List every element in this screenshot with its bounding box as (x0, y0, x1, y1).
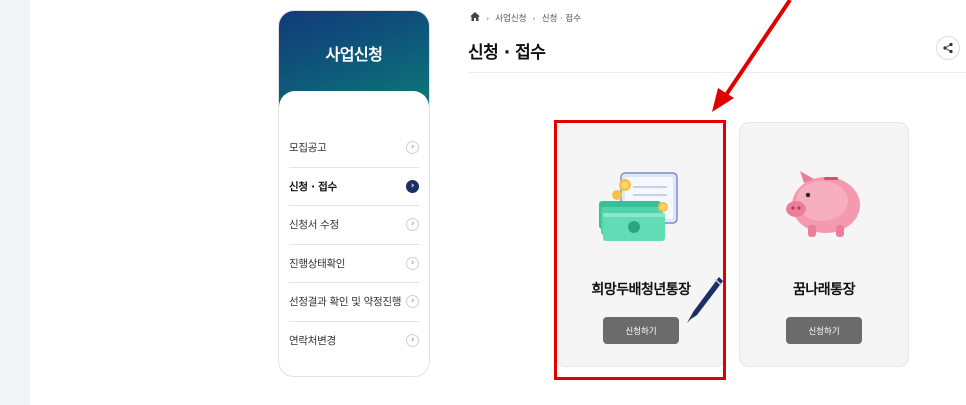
breadcrumb-item[interactable]: 신청 · 접수 (542, 12, 581, 24)
apply-button[interactable]: 신청하기 (786, 317, 862, 344)
sidebar-item-contact-change[interactable]: 연락처변경 › (289, 322, 419, 361)
chevron-right-icon: › (406, 179, 419, 193)
sidebar-header: 사업신청 (279, 11, 429, 131)
sidebar-item-apply[interactable]: 신청 · 접수 › (289, 168, 419, 206)
pen-icon (687, 277, 723, 323)
chevron-right-icon: › (486, 13, 490, 23)
chevron-right-icon: › (406, 218, 419, 232)
sidebar-item-label: 신청서 수정 (289, 219, 339, 232)
chevron-right-icon: › (406, 256, 419, 270)
share-icon (943, 42, 953, 54)
left-background-strip (0, 0, 30, 405)
sidebar-item-selection-result[interactable]: 선정결과 확인 및 약정진행 › (289, 283, 419, 322)
sidebar-item-label: 진행상태확인 (289, 257, 346, 270)
apply-button[interactable]: 신청하기 (603, 317, 679, 344)
sidebar-menu: 모집공고 › 신청 · 접수 › 신청서 수정 › 진행상태확인 › 선정결과 … (289, 129, 419, 360)
sidebar-item-recruit-notice[interactable]: 모집공고 › (289, 129, 419, 168)
bankbook-money-icon (557, 161, 725, 251)
home-icon[interactable] (470, 12, 480, 24)
sidebar-item-progress-status[interactable]: 진행상태확인 › (289, 245, 419, 283)
chevron-right-icon: › (406, 141, 419, 155)
sidebar: 사업신청 모집공고 › 신청 · 접수 › 신청서 수정 › 진행상태확인 › … (278, 10, 430, 377)
product-card-dream-wing[interactable]: 꿈나래통장 신청하기 (739, 122, 909, 367)
chevron-right-icon: › (406, 334, 419, 348)
product-name: 꿈나래통장 (793, 282, 855, 298)
sidebar-item-edit-application[interactable]: 신청서 수정 › (289, 206, 419, 245)
breadcrumb-item[interactable]: 사업신청 (495, 12, 526, 24)
sidebar-item-label: 연락처변경 (289, 335, 336, 348)
product-card-hope-double[interactable]: 희망두배청년통장 신청하기 (556, 122, 726, 367)
chevron-right-icon: › (406, 295, 419, 309)
chevron-right-icon: › (532, 13, 536, 23)
page-title: 신청 · 접수 (468, 43, 546, 63)
sidebar-item-label: 선정결과 확인 및 약정진행 (289, 296, 402, 309)
piggy-bank-icon (740, 161, 908, 251)
sidebar-item-label: 모집공고 (289, 142, 327, 155)
sidebar-title: 사업신청 (325, 45, 383, 64)
divider (468, 72, 966, 73)
share-button[interactable] (936, 36, 960, 60)
sidebar-item-label: 신청 · 접수 (289, 180, 337, 193)
breadcrumb: › 사업신청 › 신청 · 접수 (470, 12, 581, 24)
